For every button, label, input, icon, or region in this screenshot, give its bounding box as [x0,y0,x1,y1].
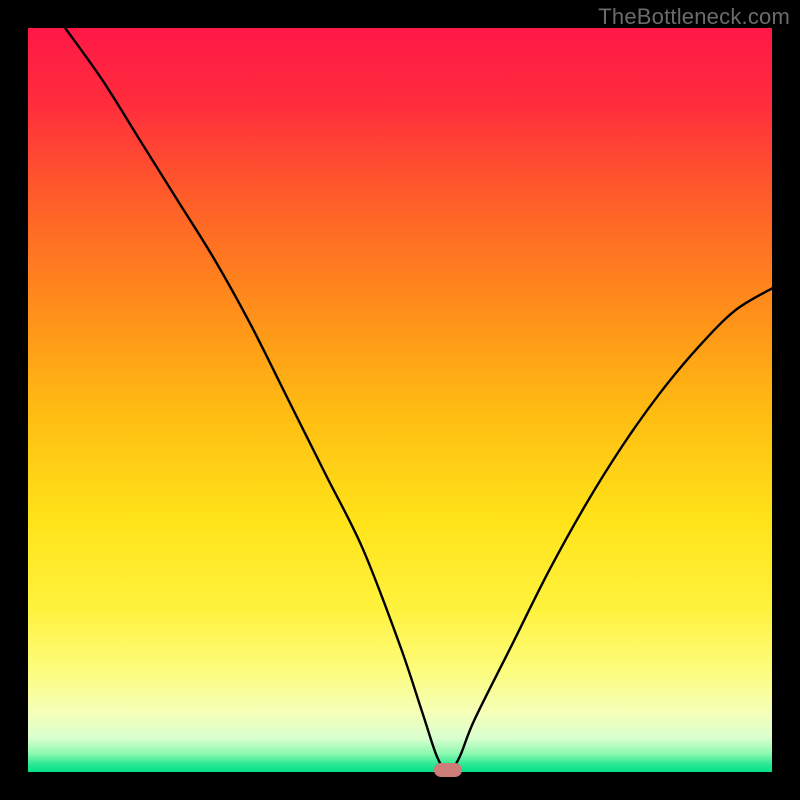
chart-svg [28,28,772,772]
optimal-marker [434,763,462,777]
plot-area [28,28,772,772]
chart-frame: TheBottleneck.com [0,0,800,800]
watermark-text: TheBottleneck.com [598,4,790,30]
